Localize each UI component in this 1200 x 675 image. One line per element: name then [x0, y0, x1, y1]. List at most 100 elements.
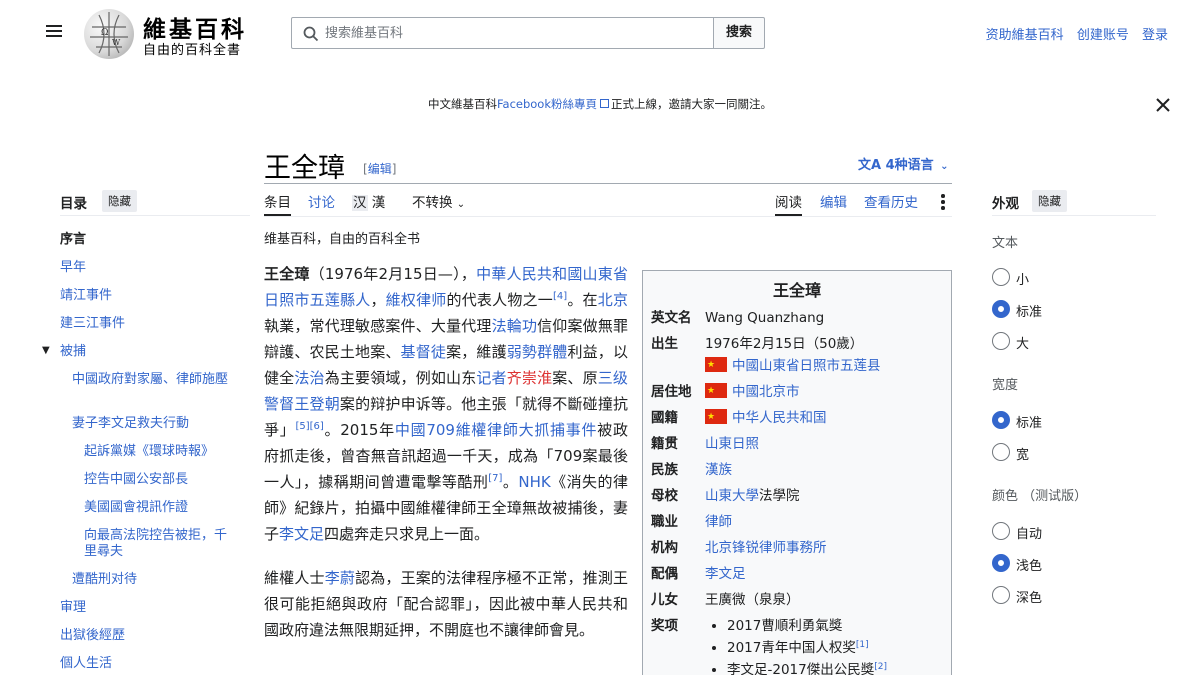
width-wide-radio[interactable]	[992, 443, 1012, 463]
color-auto-label[interactable]: 自动	[1016, 523, 1042, 542]
color-light-radio[interactable]	[992, 554, 1012, 574]
login-link[interactable]: 登录	[1142, 28, 1168, 43]
infobox-value: 北京锋锐律师事務所	[705, 537, 943, 559]
toc-item-rescue[interactable]: 妻子李文足救夫行動	[72, 416, 189, 432]
birthplace-link[interactable]: 中國山東省日照市五莲县	[732, 358, 881, 374]
article-link[interactable]: 中國709維權律師大抓捕事件	[395, 421, 597, 439]
search-field[interactable]	[291, 17, 714, 49]
edit-title-link[interactable]: 编辑	[368, 162, 392, 176]
article-link[interactable]: 王登朝	[294, 395, 340, 413]
reference-link[interactable]: [4]	[553, 291, 567, 302]
tab-talk[interactable]: 讨论	[308, 191, 335, 211]
text-size-small-radio[interactable]	[992, 268, 1012, 288]
text-size-small-label[interactable]: 小	[1016, 269, 1029, 288]
article-paragraph: 維權人士李蔚認為，王案的法律程序極不正常，推測王很可能拒絕與政府「配合認罪」，因…	[264, 565, 628, 643]
toc-item-jingjiang[interactable]: 靖江事件	[60, 288, 112, 304]
appearance-hide-button[interactable]: 隐藏	[1032, 190, 1067, 212]
tab-read[interactable]: 阅读	[775, 191, 802, 216]
occupation-link[interactable]: 律師	[705, 514, 732, 530]
search-button[interactable]: 搜索	[713, 17, 765, 49]
toc-item-torture[interactable]: 遭酷刑对待	[72, 572, 137, 588]
reference-link[interactable]: [6]	[310, 421, 324, 432]
infobox-label: 籍贯	[651, 436, 678, 452]
infobox-row: 英文名 Wang Quanzhang	[651, 307, 943, 329]
article-link[interactable]: 基督徒	[401, 343, 447, 361]
infobox-label: 居住地	[651, 384, 692, 400]
toc-item-arrest[interactable]: 被捕	[60, 344, 86, 360]
reference-link[interactable]: [5]	[295, 421, 309, 432]
wikipedia-logo[interactable]: Ω W 維基百科 自由的百科全書	[84, 9, 254, 59]
ethnicity-link[interactable]: 漢族	[705, 462, 732, 478]
language-button[interactable]: 文A 4种语言 ⌄	[858, 154, 949, 173]
reference-link[interactable]: [2]	[874, 662, 887, 672]
spouse-link[interactable]: 李文足	[705, 566, 746, 582]
text: 執業，常代理敏感案件、大量代理	[264, 317, 492, 335]
page-title: 王全璋	[264, 153, 345, 184]
main-menu-icon[interactable]	[40, 22, 68, 44]
appearance-divider	[992, 215, 1156, 216]
infobox-label: 奖项	[651, 618, 678, 634]
toc-item-pressure[interactable]: 中國政府對家屬、律師施壓	[72, 372, 232, 388]
nationality-link[interactable]: 中华人民共和国	[732, 410, 827, 426]
color-light-label[interactable]: 浅色	[1016, 555, 1042, 574]
article-link[interactable]: 北京	[598, 291, 628, 309]
toc-item-after-release[interactable]: 出獄後經歷	[60, 628, 125, 644]
toc-item-accuse[interactable]: 控告中國公安部長	[84, 472, 188, 488]
user-links: 资助維基百科 创建账号 登录	[977, 24, 1168, 43]
reference-link[interactable]: [7]	[488, 473, 502, 484]
color-auto-radio[interactable]	[992, 522, 1012, 542]
hometown-link[interactable]: 山東日照	[705, 436, 759, 452]
tab-convert[interactable]: 不转换 ⌄	[412, 191, 465, 211]
more-options-icon[interactable]	[936, 192, 950, 212]
toc-item-early[interactable]: 早年	[60, 260, 86, 276]
color-dark-radio[interactable]	[992, 586, 1012, 606]
toc-hide-button[interactable]: 隐藏	[102, 190, 137, 212]
article-link[interactable]: NHK	[518, 473, 550, 491]
variant-simplified[interactable]: 汉	[352, 195, 368, 211]
article-link[interactable]: 法輪功	[492, 317, 538, 335]
missing-article-link[interactable]: 齐崇淮	[507, 369, 553, 387]
text: 維權人士	[264, 569, 325, 587]
donate-link[interactable]: 资助維基百科	[986, 28, 1064, 43]
search-input[interactable]	[325, 23, 705, 43]
search-icon	[303, 26, 319, 42]
color-dark-label[interactable]: 深色	[1016, 587, 1042, 606]
toc-item-jiansanjiang[interactable]: 建三江事件	[60, 316, 125, 332]
create-account-link[interactable]: 创建账号	[1077, 28, 1129, 43]
text-size-large-radio[interactable]	[992, 332, 1012, 352]
article-link[interactable]: 維权律师	[386, 291, 447, 309]
width-standard-radio[interactable]	[992, 411, 1012, 431]
toc-item-personal[interactable]: 個人生活	[60, 656, 112, 672]
chevron-down-icon[interactable]: ▼	[42, 345, 50, 356]
article-link[interactable]: 记者	[476, 369, 506, 387]
close-icon[interactable]	[1154, 96, 1172, 114]
width-wide-label[interactable]: 宽	[1016, 444, 1029, 463]
article-link[interactable]: 李蔚	[325, 569, 355, 587]
article-link[interactable]: 李文足	[279, 525, 324, 543]
article-link[interactable]: 弱勢群體	[507, 343, 568, 361]
infobox-value: 2017曹順利勇氣獎 2017青年中国人权奖[1] 李文足-2017傑出公民獎[…	[705, 615, 943, 675]
school-link[interactable]: 山東大學	[705, 488, 759, 504]
tab-article[interactable]: 条目	[264, 191, 291, 216]
tab-history[interactable]: 查看历史	[864, 191, 918, 211]
text-size-large-label[interactable]: 大	[1016, 333, 1029, 352]
residence-link[interactable]: 中國北京市	[732, 384, 800, 400]
organization-link[interactable]: 北京锋锐律师事務所	[705, 540, 827, 556]
toc-item-lawsuit[interactable]: 起訴黨媒《環球時報》	[84, 444, 214, 460]
text-size-standard-label[interactable]: 标准	[1016, 301, 1042, 320]
text-size-standard-radio[interactable]	[992, 300, 1012, 320]
infobox-value: 律師	[705, 511, 943, 533]
infobox-row: 籍贯 山東日照	[651, 433, 943, 455]
facebook-link[interactable]: Facebook粉絲專頁	[497, 97, 597, 111]
article-link[interactable]: 法治	[294, 369, 324, 387]
width-standard-label[interactable]: 标准	[1016, 412, 1042, 431]
toc-item-supreme-court[interactable]: 向最高法院控告被拒，千里尋夫	[84, 528, 230, 560]
tab-edit[interactable]: 编辑	[820, 191, 847, 211]
toc-item-intro[interactable]: 序言	[60, 232, 86, 248]
variant-traditional[interactable]: 漢	[372, 195, 386, 211]
reference-link[interactable]: [1]	[856, 640, 869, 650]
toc-heading: 目录	[60, 196, 87, 212]
tab-variant[interactable]: 汉 漢	[352, 191, 385, 211]
toc-item-trial[interactable]: 审理	[60, 600, 86, 616]
toc-item-testimony[interactable]: 美國國會視訊作證	[84, 500, 188, 516]
